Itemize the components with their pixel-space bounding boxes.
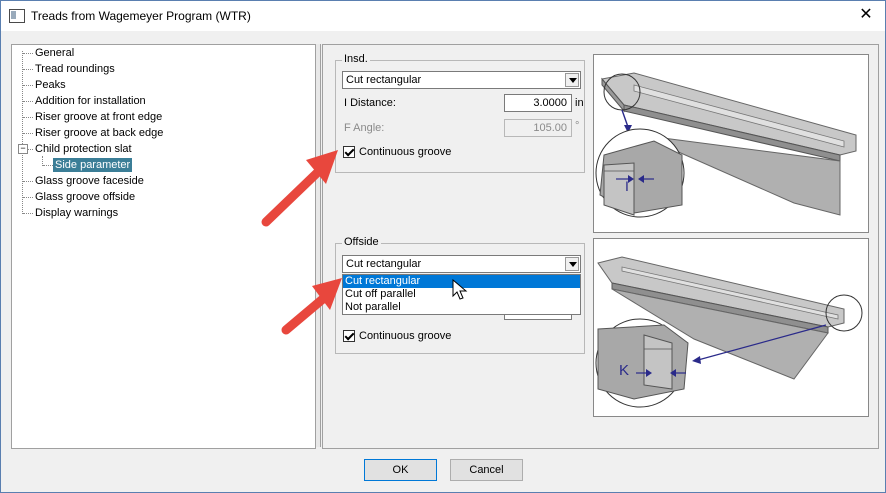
- tree-item-peaks[interactable]: Peaks: [33, 78, 68, 92]
- tree-item-riser-groove-back[interactable]: Riser groove at back edge: [33, 126, 165, 140]
- insd-diagram-image: I: [593, 54, 869, 233]
- insd-angle-label: F Angle:: [344, 122, 385, 134]
- tree-item-side-parameter[interactable]: Side parameter: [53, 158, 133, 172]
- dropdown-arrow-icon[interactable]: [565, 257, 579, 271]
- insd-angle-unit: °: [575, 120, 580, 132]
- tree-item-glass-groove-offside[interactable]: Glass groove offside: [33, 190, 137, 204]
- insd-angle-input: 105.00: [504, 119, 572, 137]
- offside-group-label: Offside: [342, 236, 381, 248]
- insd-diagram-letter: I: [625, 178, 629, 194]
- tree-item-addition-for-installation[interactable]: Addition for installation: [33, 94, 148, 108]
- offside-type-value: Cut rectangular: [346, 258, 422, 270]
- tree-item-riser-groove-front[interactable]: Riser groove at front edge: [33, 110, 164, 124]
- title-bar: Treads from Wagemeyer Program (WTR) ✕: [1, 1, 885, 31]
- insd-type-select[interactable]: Cut rectangular: [342, 71, 581, 89]
- tree-item-tread-roundings[interactable]: Tread roundings: [33, 62, 117, 76]
- tree-item-child-protection-slat[interactable]: Child protection slat: [33, 142, 134, 156]
- insd-group-label: Insd.: [342, 53, 370, 65]
- app-icon: [9, 9, 25, 23]
- mouse-cursor-icon: [452, 279, 468, 300]
- dropdown-arrow-icon[interactable]: [565, 73, 579, 87]
- insd-distance-unit: in: [575, 97, 584, 109]
- tree-item-general[interactable]: General: [33, 46, 76, 60]
- settings-tree[interactable]: General Tread roundings Peaks Addition f…: [11, 44, 316, 449]
- tree-item-display-warnings[interactable]: Display warnings: [33, 206, 120, 220]
- close-button[interactable]: ✕: [855, 5, 877, 25]
- insd-diagram-svg: I: [595, 72, 857, 218]
- panel-splitter[interactable]: [315, 44, 321, 447]
- dialog-window: Treads from Wagemeyer Program (WTR) ✕ Ge…: [0, 0, 886, 493]
- offside-continuous-checkbox[interactable]: [343, 330, 355, 342]
- tree-expander-collapse-icon[interactable]: −: [18, 144, 28, 154]
- cancel-button[interactable]: Cancel: [450, 459, 523, 481]
- insd-continuous-checkbox[interactable]: [343, 146, 355, 158]
- offside-diagram-svg: K: [595, 256, 863, 408]
- insd-continuous-label[interactable]: Continuous groove: [359, 146, 451, 158]
- ok-button[interactable]: OK: [364, 459, 437, 481]
- insd-distance-label: I Distance:: [344, 97, 396, 109]
- offside-continuous-label[interactable]: Continuous groove: [359, 330, 451, 342]
- offside-diagram-image: K: [593, 238, 869, 417]
- window-title: Treads from Wagemeyer Program (WTR): [31, 9, 251, 23]
- insd-distance-input[interactable]: 3.0000: [504, 94, 572, 112]
- offside-diagram-letter: K: [619, 362, 629, 379]
- close-icon: ✕: [859, 6, 873, 23]
- insd-type-value: Cut rectangular: [346, 74, 422, 86]
- dropdown-option-not-parallel[interactable]: Not parallel: [343, 301, 580, 314]
- offside-type-select[interactable]: Cut rectangular: [342, 255, 581, 273]
- tree-item-glass-groove-faceside[interactable]: Glass groove faceside: [33, 174, 146, 188]
